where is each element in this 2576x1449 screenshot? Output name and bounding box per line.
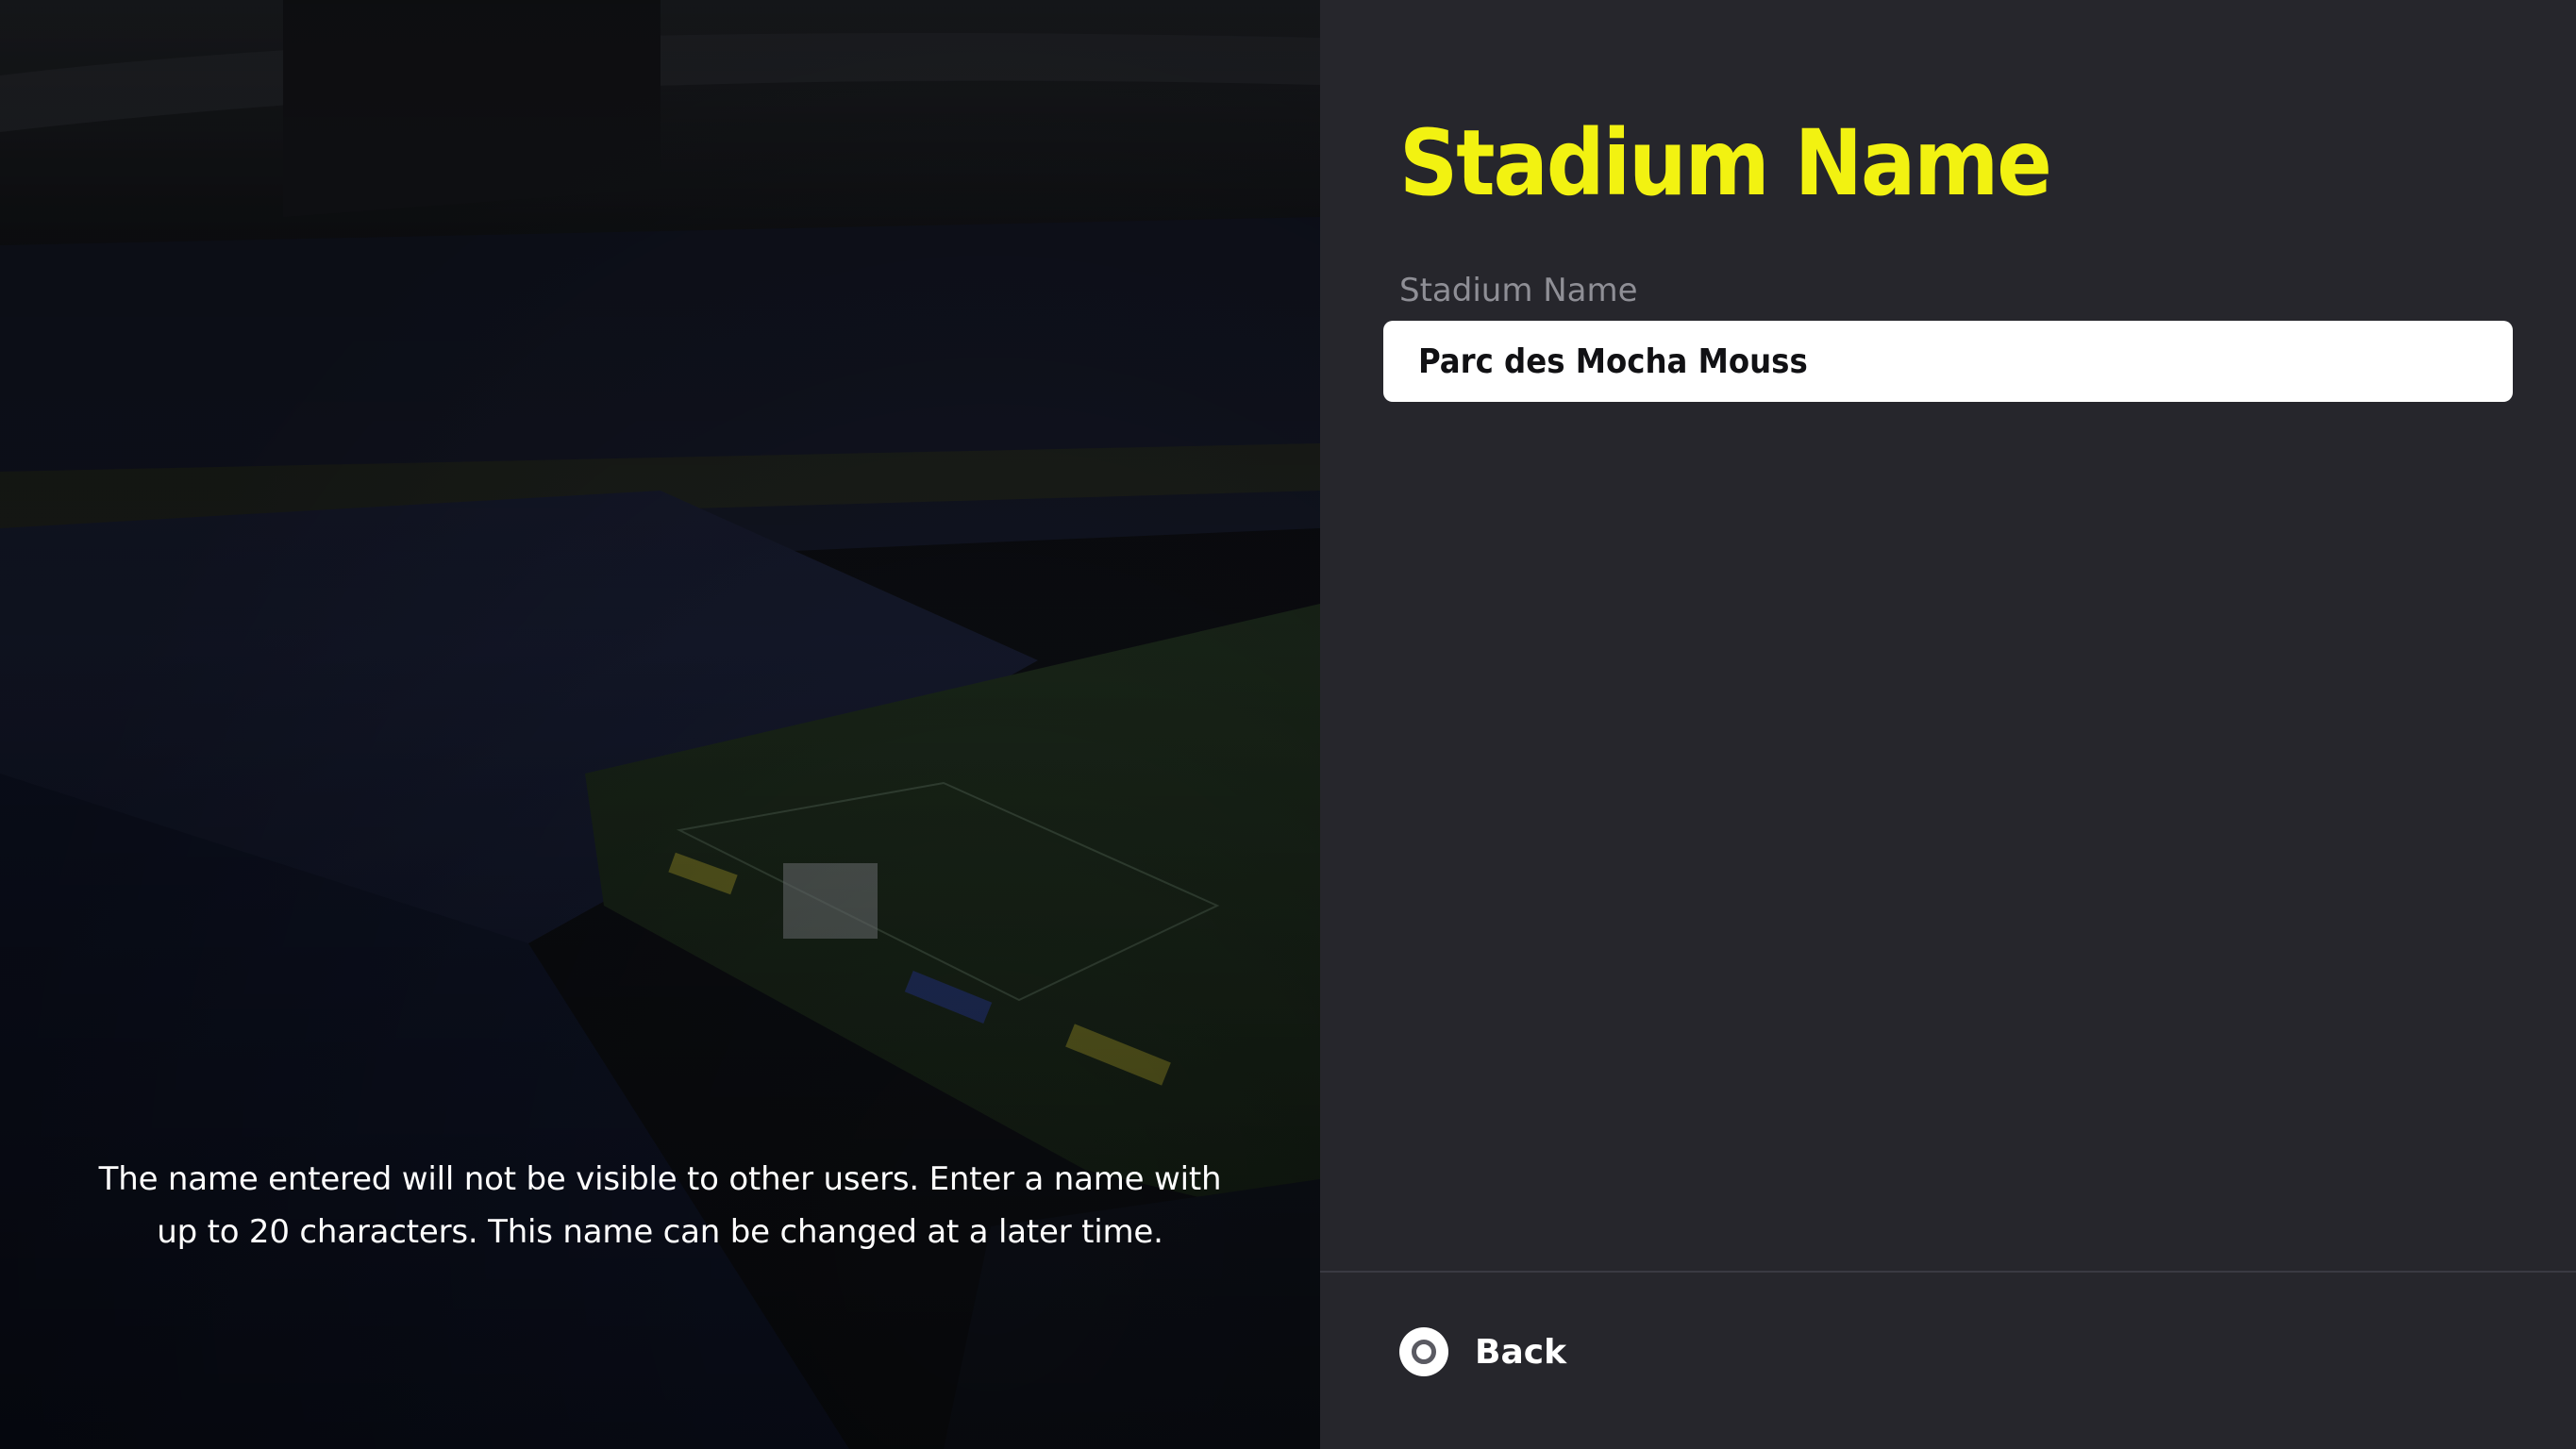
page-title: Stadium Name [1399,110,2052,216]
stadium-name-panel: Stadium Name Stadium Name Parc des Mocha… [1320,0,2576,1449]
footer-divider [1320,1271,2576,1273]
circle-button-icon [1399,1327,1448,1376]
stadium-background-image: The name entered will not be visible to … [0,0,1320,1449]
stadium-name-input[interactable]: Parc des Mocha Mouss [1383,321,2513,402]
stadium-name-field-label: Stadium Name [1399,272,1638,309]
back-label: Back [1475,1332,1567,1372]
back-button[interactable]: Back [1399,1325,1566,1378]
stadium-name-hint: The name entered will not be visible to … [98,1160,1222,1251]
